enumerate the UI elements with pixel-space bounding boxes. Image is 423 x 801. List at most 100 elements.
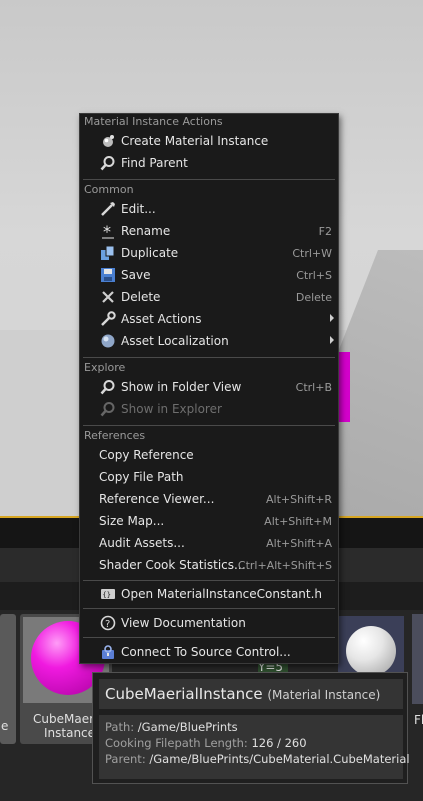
menu-item-open-source-header[interactable]: {} Open MaterialInstanceConstant.h <box>80 583 338 605</box>
magnifier-icon <box>100 402 115 417</box>
menu-item-delete[interactable]: Delete Delete <box>80 286 338 308</box>
tooltip-path-row: Path: /Game/BluePrints <box>105 720 238 734</box>
menu-section-common: Common <box>84 183 134 196</box>
menu-item-create-material-instance[interactable]: Create Material Instance <box>80 130 338 152</box>
pencil-icon <box>101 202 115 216</box>
globe-icon <box>101 334 115 348</box>
material-instance-icon <box>103 135 114 147</box>
menu-item-find-parent[interactable]: Find Parent <box>80 152 338 174</box>
menu-item-copy-reference[interactable]: Copy Reference <box>80 444 338 466</box>
menu-item-show-in-folder-view[interactable]: Show in Folder View Ctrl+B <box>80 376 338 398</box>
svg-text:*: * <box>103 223 111 239</box>
tooltip-asset-type: (Material Instance) <box>267 688 381 702</box>
menu-item-shortcut: Alt+Shift+A <box>266 537 332 550</box>
menu-item-size-map[interactable]: Size Map... Alt+Shift+M <box>80 510 338 532</box>
menu-item-label: Shader Cook Statistics... <box>99 558 246 572</box>
menu-item-shortcut: Ctrl+W <box>292 247 332 260</box>
menu-separator <box>83 425 335 426</box>
delete-x-icon <box>102 291 114 303</box>
tooltip-path-key: Path: <box>105 720 135 734</box>
asset-tile-left-label: e <box>1 719 9 733</box>
menu-item-shortcut: Ctrl+B <box>295 381 332 394</box>
menu-item-view-documentation[interactable]: ? View Documentation <box>80 612 338 634</box>
tooltip-path-value: /Game/BluePrints <box>137 720 238 734</box>
menu-item-reference-viewer[interactable]: Reference Viewer... Alt+Shift+R <box>80 488 338 510</box>
menu-item-label: Asset Localization <box>121 334 229 348</box>
source-control-icon <box>102 645 114 659</box>
duplicate-icon <box>101 245 115 260</box>
submenu-arrow-icon <box>330 336 334 344</box>
help-circle-icon: ? <box>100 615 116 631</box>
asset-tile-partial-right[interactable] <box>412 614 423 704</box>
menu-item-label: Edit... <box>121 202 156 216</box>
menu-item-asset-actions[interactable]: Asset Actions <box>80 308 338 330</box>
magnifier-icon <box>100 156 115 171</box>
tooltip-asset-name: CubeMaerialInstance <box>105 685 263 703</box>
tooltip-cook-value: 126 / 260 <box>251 736 307 750</box>
tooltip-parent-row: Parent: /Game/BluePrints/CubeMaterial.Cu… <box>105 752 410 766</box>
menu-item-shortcut: Ctrl+S <box>296 269 332 282</box>
menu-item-label: Find Parent <box>121 156 188 170</box>
magnifier-icon <box>100 380 115 395</box>
rename-asterisk-icon: * <box>102 223 114 239</box>
menu-separator <box>83 179 335 180</box>
asset-tile-right-label: Fl <box>414 713 423 727</box>
submenu-arrow-icon <box>330 314 334 322</box>
wrench-icon <box>101 311 116 326</box>
menu-item-duplicate[interactable]: Duplicate Ctrl+W <box>80 242 338 264</box>
save-floppy-icon <box>101 268 115 282</box>
menu-item-shader-cook-statistics[interactable]: Shader Cook Statistics... Ctrl+Alt+Shift… <box>80 554 338 576</box>
tooltip-title: CubeMaerialInstance (Material Instance) <box>105 685 380 703</box>
tooltip-header: CubeMaerialInstance (Material Instance) <box>99 679 403 709</box>
menu-item-label: Delete <box>121 290 161 304</box>
menu-item-label: Audit Assets... <box>99 536 185 550</box>
svg-text:{}: {} <box>103 591 111 599</box>
menu-item-show-in-explorer: Show in Explorer <box>80 398 338 420</box>
tooltip-body: Path: /Game/BluePrints Cooking Filepath … <box>99 715 410 779</box>
tooltip-cook-key: Cooking Filepath Length: <box>105 736 248 750</box>
menu-item-label: Rename <box>121 224 171 238</box>
menu-item-connect-source-control[interactable]: Connect To Source Control... <box>80 641 338 663</box>
menu-item-label: Create Material Instance <box>121 134 269 148</box>
asset-context-menu: Material Instance Actions Create Materia… <box>79 113 339 664</box>
asset-tile-label-line2: Instance <box>44 726 96 740</box>
menu-separator <box>83 580 335 581</box>
menu-item-copy-file-path[interactable]: Copy File Path <box>80 466 338 488</box>
menu-separator <box>83 357 335 358</box>
menu-item-shortcut: Alt+Shift+R <box>266 493 332 506</box>
menu-item-label: Size Map... <box>99 514 165 528</box>
menu-item-rename[interactable]: * Rename F2 <box>80 220 338 242</box>
asset-tile-label-line1: CubeMaeri <box>33 712 98 726</box>
menu-item-shortcut: Alt+Shift+M <box>264 515 332 528</box>
menu-item-shortcut: F2 <box>318 225 332 238</box>
menu-item-label: Connect To Source Control... <box>121 645 291 659</box>
menu-item-edit[interactable]: Edit... <box>80 198 338 220</box>
tooltip-cook-row: Cooking Filepath Length: 126 / 260 <box>105 736 307 750</box>
menu-item-label: Asset Actions <box>121 312 202 326</box>
asset-tooltip: CubeMaerialInstance (Material Instance) … <box>92 672 410 784</box>
menu-item-label: Show in Explorer <box>121 402 222 416</box>
menu-item-label: Save <box>121 268 151 282</box>
menu-item-label: Copy Reference <box>99 448 194 462</box>
menu-item-label: Open MaterialInstanceConstant.h <box>121 587 323 601</box>
menu-item-label: Copy File Path <box>99 470 184 484</box>
menu-section-explore: Explore <box>84 361 126 374</box>
tooltip-parent-value: /Game/BluePrints/CubeMaterial.CubeMateri… <box>149 752 410 766</box>
menu-item-label: Reference Viewer... <box>99 492 215 506</box>
tooltip-parent-key: Parent: <box>105 752 146 766</box>
menu-item-asset-localization[interactable]: Asset Localization <box>80 330 338 352</box>
source-code-icon: {} <box>101 589 115 599</box>
white-sphere-preview <box>346 626 396 676</box>
menu-item-label: Duplicate <box>121 246 179 260</box>
menu-item-label: Show in Folder View <box>121 380 242 394</box>
menu-separator <box>83 608 335 609</box>
svg-text:?: ? <box>105 619 110 630</box>
menu-item-audit-assets[interactable]: Audit Assets... Alt+Shift+A <box>80 532 338 554</box>
menu-separator <box>83 637 335 638</box>
menu-section-material-instance-actions: Material Instance Actions <box>84 115 223 128</box>
menu-item-shortcut: Delete <box>295 291 332 304</box>
menu-item-label: View Documentation <box>121 616 246 630</box>
menu-section-references: References <box>84 429 146 442</box>
menu-item-shortcut: Ctrl+Alt+Shift+S <box>237 559 332 572</box>
menu-item-save[interactable]: Save Ctrl+S <box>80 264 338 286</box>
